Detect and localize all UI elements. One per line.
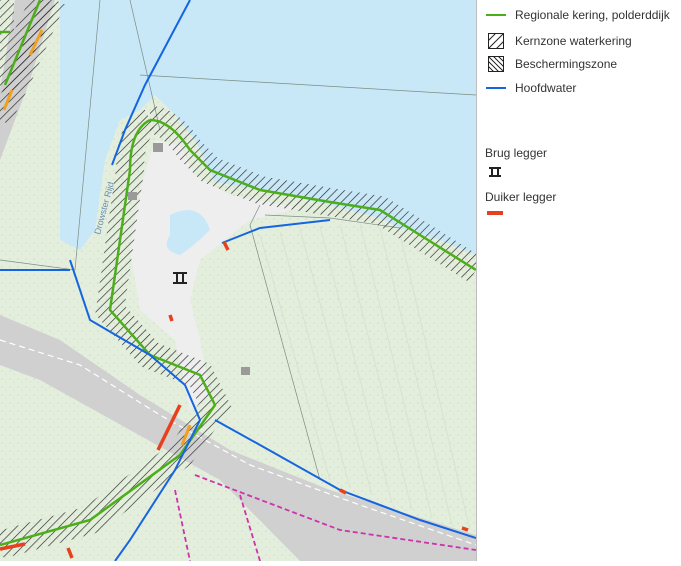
legend-label: Hoofdwater <box>515 81 577 95</box>
building <box>241 367 250 375</box>
diagonal-hatch-icon <box>485 33 507 49</box>
blue-line-icon <box>485 80 507 96</box>
green-line-icon <box>485 7 507 23</box>
bridge-icon <box>487 165 503 183</box>
legend-label: Kernzone waterkering <box>515 34 632 48</box>
legend-panel: Regionale kering, polderddijk Kernzone w… <box>476 0 681 561</box>
legend-brug-title: Brug legger <box>485 146 548 160</box>
culvert-icon <box>487 211 503 215</box>
building <box>128 192 137 200</box>
legend-item-beschermingszone: Beschermingszone <box>485 56 617 72</box>
legend-item-hoofdwater: Hoofdwater <box>485 80 576 96</box>
legend-item-regionale-kering: Regionale kering, polderddijk <box>485 7 670 23</box>
legend-item-kernzone: Kernzone waterkering <box>485 33 632 49</box>
legend-label: Beschermingszone <box>515 57 618 71</box>
map-view[interactable]: Drowster Rijd <box>0 0 484 562</box>
legend-label: Regionale kering, polderddijk <box>515 8 670 22</box>
legend-duiker-title: Duiker legger <box>485 190 557 204</box>
cross-hatch-icon <box>485 56 507 72</box>
building <box>153 143 163 152</box>
